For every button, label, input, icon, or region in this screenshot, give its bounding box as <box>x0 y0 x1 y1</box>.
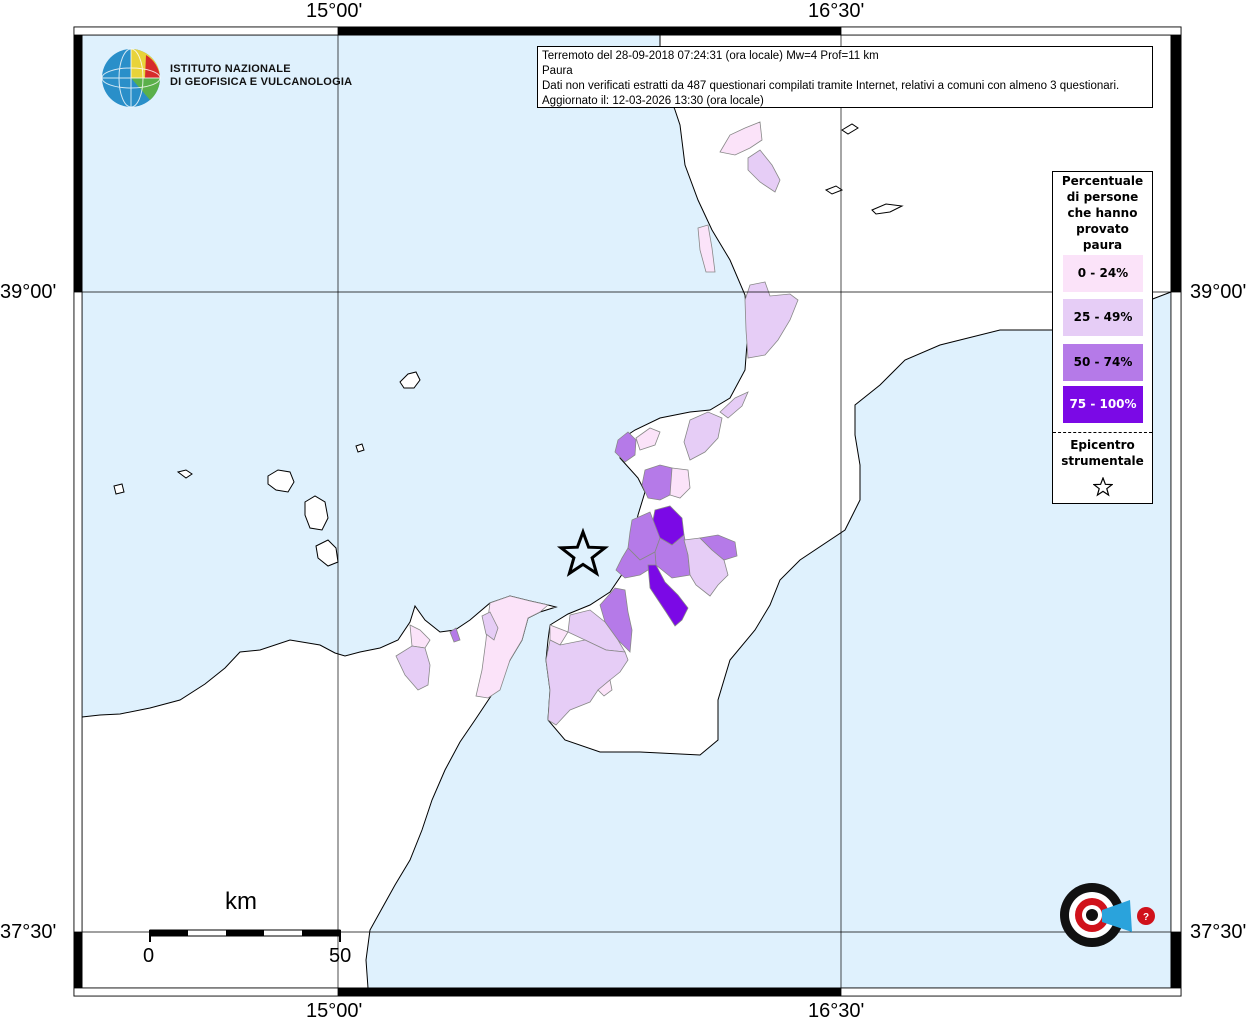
event-info-line-1: Terremoto del 28-09-2018 07:24:31 (ora l… <box>542 50 879 62</box>
ingv-line-1: ISTITUTO NAZIONALE <box>170 63 291 75</box>
ingv-logo-text: ISTITUTO NAZIONALE DI GEOFISICA E VULCAN… <box>170 63 352 89</box>
legend: Percentuale di persone che hanno provato… <box>1052 171 1153 504</box>
legend-title-line: Percentuale <box>1061 174 1144 188</box>
legend-epicenter-line: Epicentro <box>1070 438 1135 452</box>
axis-label-bottom-left: 15°00' <box>306 1000 363 1022</box>
axis-label-top-left: 15°00' <box>306 0 363 22</box>
legend-item-50-74: 50 - 74% <box>1063 344 1143 381</box>
scale-unit-label: km <box>225 888 257 915</box>
legend-item-75-100: 75 - 100% <box>1063 386 1143 423</box>
axis-label-left-bottom: 37°30' <box>0 921 57 943</box>
legend-title-line: paura <box>1082 238 1123 252</box>
event-info-line-3: Dati non verificati estratti da 487 ques… <box>542 80 1120 92</box>
axis-label-right-bottom: 37°30' <box>1190 921 1247 943</box>
scale-max-label: 50 <box>329 945 352 967</box>
event-info-line-4: Aggiornato il: 12-03-2026 13:30 (ora loc… <box>542 95 764 107</box>
event-info-box: Terremoto del 28-09-2018 07:24:31 (ora l… <box>537 46 1153 108</box>
legend-epicenter-title: Epicentro strumentale <box>1053 437 1152 469</box>
scale-min-label: 0 <box>143 945 155 967</box>
legend-title-line: di persone <box>1066 190 1139 204</box>
event-info-line-2: Paura <box>542 65 573 77</box>
island-alicudi <box>113 483 125 495</box>
ingv-globe-icon <box>101 48 161 108</box>
legend-separator <box>1053 432 1152 433</box>
axis-label-bottom-right: 16°30' <box>808 1000 865 1022</box>
legend-title-line: che hanno <box>1067 206 1138 220</box>
legend-item-0-24: 0 - 24% <box>1063 255 1143 292</box>
svg-text:?: ? <box>1143 912 1149 923</box>
legend-title: Percentuale di persone che hanno provato… <box>1053 172 1152 253</box>
axis-label-top-right: 16°30' <box>808 0 865 22</box>
ingv-line-2: DI GEOFISICA E VULCANOLOGIA <box>170 76 353 88</box>
island-panarea <box>355 443 365 453</box>
axis-label-right-top: 39°00' <box>1190 281 1247 303</box>
axis-label-left-top: 39°00' <box>0 281 57 303</box>
intensity-map: ? 15°00' 16°30' 15°00' 16°30' 39°00' 37°… <box>0 0 1255 1024</box>
legend-title-line: provato <box>1076 222 1129 236</box>
legend-epicenter-line: strumentale <box>1061 454 1144 468</box>
legend-item-25-49: 25 - 49% <box>1063 299 1143 336</box>
legend-star-icon <box>1093 477 1113 497</box>
map-canvas: ? <box>73 26 1182 997</box>
